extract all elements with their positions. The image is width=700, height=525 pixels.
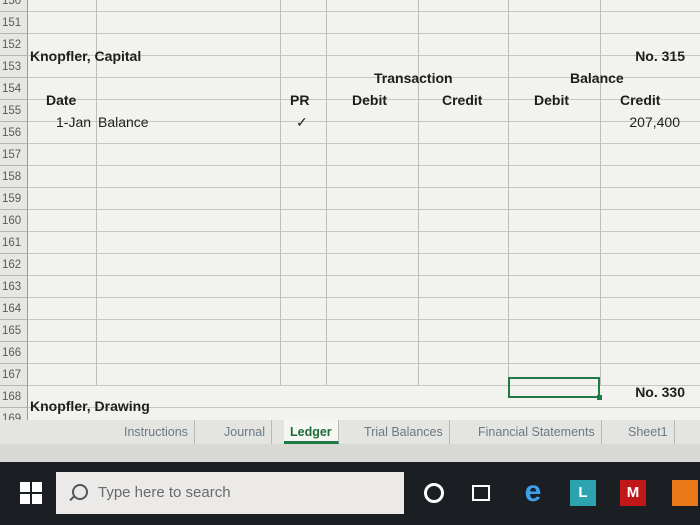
selected-cell[interactable] <box>508 377 602 400</box>
cortana-icon[interactable] <box>424 483 444 503</box>
entry-date-cell[interactable]: 1-Jan <box>56 111 91 133</box>
entry-balance-credit-cell[interactable]: 207,400 <box>560 111 680 133</box>
row-header[interactable]: 150 <box>0 0 28 12</box>
tab-journal[interactable]: Journal <box>218 420 272 444</box>
account-name-cell[interactable]: Knopfler, Capital <box>30 45 141 67</box>
account-number-cell[interactable]: No. 315 <box>560 45 685 67</box>
balance-header-cell[interactable]: Balance <box>570 67 624 89</box>
balance-debit-header-cell[interactable]: Debit <box>534 89 569 111</box>
windows-start-icon[interactable] <box>20 482 42 504</box>
row-header[interactable]: 166 <box>0 342 28 364</box>
entry-pr-checkmark-cell[interactable]: ✓ <box>296 111 308 133</box>
row-header[interactable]: 169 <box>0 408 28 420</box>
lightshot-icon[interactable]: L <box>570 480 596 506</box>
row-header[interactable]: 158 <box>0 166 28 188</box>
mcafee-icon[interactable]: M <box>620 480 646 506</box>
row-header[interactable]: 157 <box>0 144 28 166</box>
tab-ledger[interactable]: Ledger <box>284 420 339 444</box>
search-icon <box>72 484 88 500</box>
spreadsheet-grid[interactable]: 150 151 152 153 154 155 156 157 158 159 160 161 162 1… <box>0 0 700 420</box>
transaction-header-cell[interactable]: Transaction <box>374 67 453 89</box>
row-header[interactable]: 167 <box>0 364 28 386</box>
date-header-cell[interactable]: Date <box>46 89 76 111</box>
row-header[interactable]: 162 <box>0 254 28 276</box>
task-view-icon[interactable] <box>472 485 490 501</box>
credit-header-cell[interactable]: Credit <box>442 89 482 111</box>
row-header[interactable]: 168 <box>0 386 28 408</box>
row-header[interactable]: 163 <box>0 276 28 298</box>
column-gridline <box>508 0 509 385</box>
taskbar-search-box[interactable]: Type here to search <box>56 472 404 514</box>
tab-trial-balances[interactable]: Trial Balances <box>358 420 450 444</box>
row-header[interactable]: 161 <box>0 232 28 254</box>
pr-header-cell[interactable]: PR <box>290 89 309 111</box>
row-header[interactable]: 152 <box>0 34 28 56</box>
taskbar: Type here to search e L M <box>0 462 700 525</box>
row-header[interactable]: 155 <box>0 100 28 122</box>
next-account-name-cell[interactable]: Knopfler, Drawing <box>30 395 150 417</box>
row-header[interactable]: 153 <box>0 56 28 78</box>
row-header[interactable]: 164 <box>0 298 28 320</box>
column-gridline <box>280 0 281 385</box>
row-header[interactable]: 151 <box>0 12 28 34</box>
debit-header-cell[interactable]: Debit <box>352 89 387 111</box>
row-header[interactable]: 159 <box>0 188 28 210</box>
column-gridline <box>418 0 419 385</box>
search-placeholder: Type here to search <box>98 484 231 501</box>
entry-description-cell[interactable]: Balance <box>98 111 149 133</box>
tab-instructions[interactable]: Instructions <box>118 420 195 444</box>
row-header[interactable]: 156 <box>0 122 28 144</box>
row-header[interactable]: 154 <box>0 78 28 100</box>
sheet-tabs-bar: Instructions Journal Ledger Trial Balanc… <box>0 420 700 444</box>
edge-icon[interactable]: e <box>520 477 546 507</box>
column-gridline <box>326 0 327 385</box>
tab-financial-statements[interactable]: Financial Statements <box>472 420 602 444</box>
row-header[interactable]: 160 <box>0 210 28 232</box>
tab-sheet1[interactable]: Sheet1 <box>622 420 675 444</box>
balance-credit-header-cell[interactable]: Credit <box>620 89 660 111</box>
row-header[interactable]: 165 <box>0 320 28 342</box>
taskbar-app-icon[interactable] <box>672 480 698 506</box>
